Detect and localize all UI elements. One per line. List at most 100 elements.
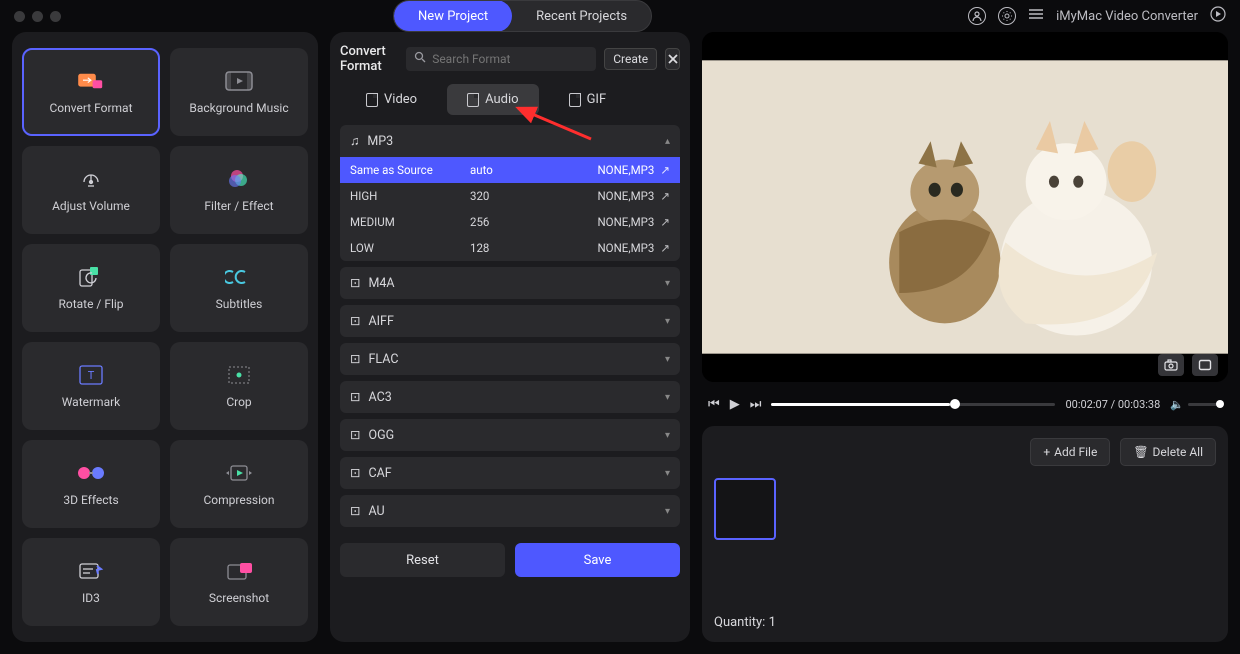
external-icon[interactable]: ↗ xyxy=(660,215,670,229)
tool-label: Background Music xyxy=(189,101,288,115)
preset-medium[interactable]: MEDIUM 256 NONE,MP3↗ xyxy=(340,209,680,235)
right-panel: ⏮ ▶ ⏭ 00:02:07 / 00:03:38 🔈 +Add File 🗑D… xyxy=(702,32,1228,642)
chevron-down-icon: ▾ xyxy=(665,392,670,403)
fmt-group-ac3: ⊡AC3▾ xyxy=(340,381,680,413)
tool-convert-format[interactable]: Convert Format xyxy=(22,48,160,136)
time-display: 00:02:07 / 00:03:38 xyxy=(1065,398,1160,411)
chevron-down-icon: ▾ xyxy=(665,354,670,365)
fmt-head-mp3[interactable]: ♫ MP3 ▴ xyxy=(340,125,680,157)
chevron-down-icon: ▾ xyxy=(665,316,670,327)
fmt-head-aiff[interactable]: ⊡AIFF▾ xyxy=(340,305,680,337)
music-icon xyxy=(223,69,255,93)
subtitles-icon xyxy=(223,265,255,289)
project-tabs: New Project Recent Projects xyxy=(393,0,652,32)
menu-icon[interactable] xyxy=(1028,8,1044,24)
video-preview[interactable] xyxy=(702,32,1228,382)
tool-rotate-flip[interactable]: Rotate / Flip xyxy=(22,244,160,332)
tool-filter-effect[interactable]: Filter / Effect xyxy=(170,146,308,234)
format-list: ♫ MP3 ▴ Same as Source auto NONE,MP3↗ HI… xyxy=(340,125,680,527)
close-button[interactable] xyxy=(665,48,680,70)
preview-overlay xyxy=(1158,354,1218,376)
preset-same-source[interactable]: Same as Source auto NONE,MP3↗ xyxy=(340,157,680,183)
tab-recent-projects[interactable]: Recent Projects xyxy=(512,0,651,32)
fmt-head-ogg[interactable]: ⊡OGG▾ xyxy=(340,419,680,451)
tool-label: Filter / Effect xyxy=(204,199,273,213)
filter-icon xyxy=(223,167,255,191)
chevron-down-icon: ▾ xyxy=(665,430,670,441)
snapshot-button[interactable] xyxy=(1158,354,1184,376)
external-icon[interactable]: ↗ xyxy=(660,189,670,203)
fmt-head-m4a[interactable]: ⊡M4A▾ xyxy=(340,267,680,299)
prev-button[interactable]: ⏮ xyxy=(708,397,720,412)
panel-title: Convert Format xyxy=(340,44,398,74)
thumbnail-list xyxy=(714,478,1216,540)
fmt-head-au[interactable]: ⊡AU▾ xyxy=(340,495,680,527)
delete-all-button[interactable]: 🗑Delete All xyxy=(1120,438,1216,466)
fmt-tab-gif[interactable]: GIF xyxy=(549,84,627,115)
3d-glasses-icon xyxy=(75,461,107,485)
tool-subtitles[interactable]: Subtitles xyxy=(170,244,308,332)
volume-icon[interactable]: 🔈 xyxy=(1170,398,1184,411)
convert-icon xyxy=(75,69,107,93)
volume-control: 🔈 xyxy=(1170,398,1222,411)
tool-3d-effects[interactable]: 3D Effects xyxy=(22,440,160,528)
preset-low[interactable]: LOW 128 NONE,MP3↗ xyxy=(340,235,680,261)
fmt-group-m4a: ⊡M4A▾ xyxy=(340,267,680,299)
play-button[interactable]: ▶ xyxy=(730,397,740,412)
tool-background-music[interactable]: Background Music xyxy=(170,48,308,136)
record-icon[interactable] xyxy=(1210,6,1226,26)
compression-icon xyxy=(223,461,255,485)
fullscreen-button[interactable] xyxy=(1192,354,1218,376)
tab-new-project[interactable]: New Project xyxy=(394,0,512,32)
macos-maximize[interactable] xyxy=(50,11,61,22)
thumbnail-item[interactable] xyxy=(714,478,776,540)
search-wrap xyxy=(406,47,596,71)
tool-label: Adjust Volume xyxy=(52,199,130,213)
reset-button[interactable]: Reset xyxy=(340,543,505,577)
tool-adjust-volume[interactable]: Adjust Volume xyxy=(22,146,160,234)
tool-label: Convert Format xyxy=(49,101,132,115)
chevron-down-icon: ▾ xyxy=(665,468,670,479)
fmt-head-flac[interactable]: ⊡FLAC▾ xyxy=(340,343,680,375)
project-panel: +Add File 🗑Delete All Quantity: 1 xyxy=(702,426,1228,642)
fmt-tab-video[interactable]: Video xyxy=(346,84,437,115)
account-icon[interactable] xyxy=(968,7,986,25)
external-icon[interactable]: ↗ xyxy=(660,163,670,177)
plus-icon: + xyxy=(1043,445,1050,459)
volume-icon xyxy=(75,167,107,191)
format-type-tabs: Video Audio GIF xyxy=(340,82,680,117)
add-file-button[interactable]: +Add File xyxy=(1030,438,1110,466)
progress-knob[interactable] xyxy=(950,399,960,409)
chevron-up-icon: ▴ xyxy=(665,136,670,147)
volume-slider[interactable] xyxy=(1188,403,1222,406)
tool-crop[interactable]: Crop xyxy=(170,342,308,430)
chevron-down-icon: ▾ xyxy=(665,506,670,517)
preset-high[interactable]: HIGH 320 NONE,MP3↗ xyxy=(340,183,680,209)
center-header: Convert Format Create xyxy=(340,44,680,74)
format-icon: ⊡ xyxy=(350,313,360,329)
external-icon[interactable]: ↗ xyxy=(660,241,670,255)
search-input[interactable] xyxy=(432,52,588,66)
settings-gear-icon[interactable] xyxy=(998,7,1016,25)
progress-fill xyxy=(771,403,950,406)
macos-close[interactable] xyxy=(14,11,25,22)
progress-bar[interactable] xyxy=(771,403,1055,406)
fmt-head-ac3[interactable]: ⊡AC3▾ xyxy=(340,381,680,413)
tool-label: Screenshot xyxy=(209,591,269,605)
macos-minimize[interactable] xyxy=(32,11,43,22)
fmt-group-au: ⊡AU▾ xyxy=(340,495,680,527)
fmt-tab-audio[interactable]: Audio xyxy=(447,84,538,115)
app-window: New Project Recent Projects iMyMac Video… xyxy=(0,0,1240,628)
next-button[interactable]: ⏭ xyxy=(750,397,762,412)
fmt-group-caf: ⊡CAF▾ xyxy=(340,457,680,489)
format-icon: ⊡ xyxy=(350,275,360,291)
tool-screenshot[interactable]: Screenshot xyxy=(170,538,308,626)
fmt-head-caf[interactable]: ⊡CAF▾ xyxy=(340,457,680,489)
playbar: ⏮ ▶ ⏭ 00:02:07 / 00:03:38 🔈 xyxy=(702,392,1228,416)
save-button[interactable]: Save xyxy=(515,543,680,577)
create-button[interactable]: Create xyxy=(604,48,657,70)
format-icon: ⊡ xyxy=(350,389,360,405)
tool-id3[interactable]: ID3 xyxy=(22,538,160,626)
tool-compression[interactable]: Compression xyxy=(170,440,308,528)
tool-watermark[interactable]: T Watermark xyxy=(22,342,160,430)
